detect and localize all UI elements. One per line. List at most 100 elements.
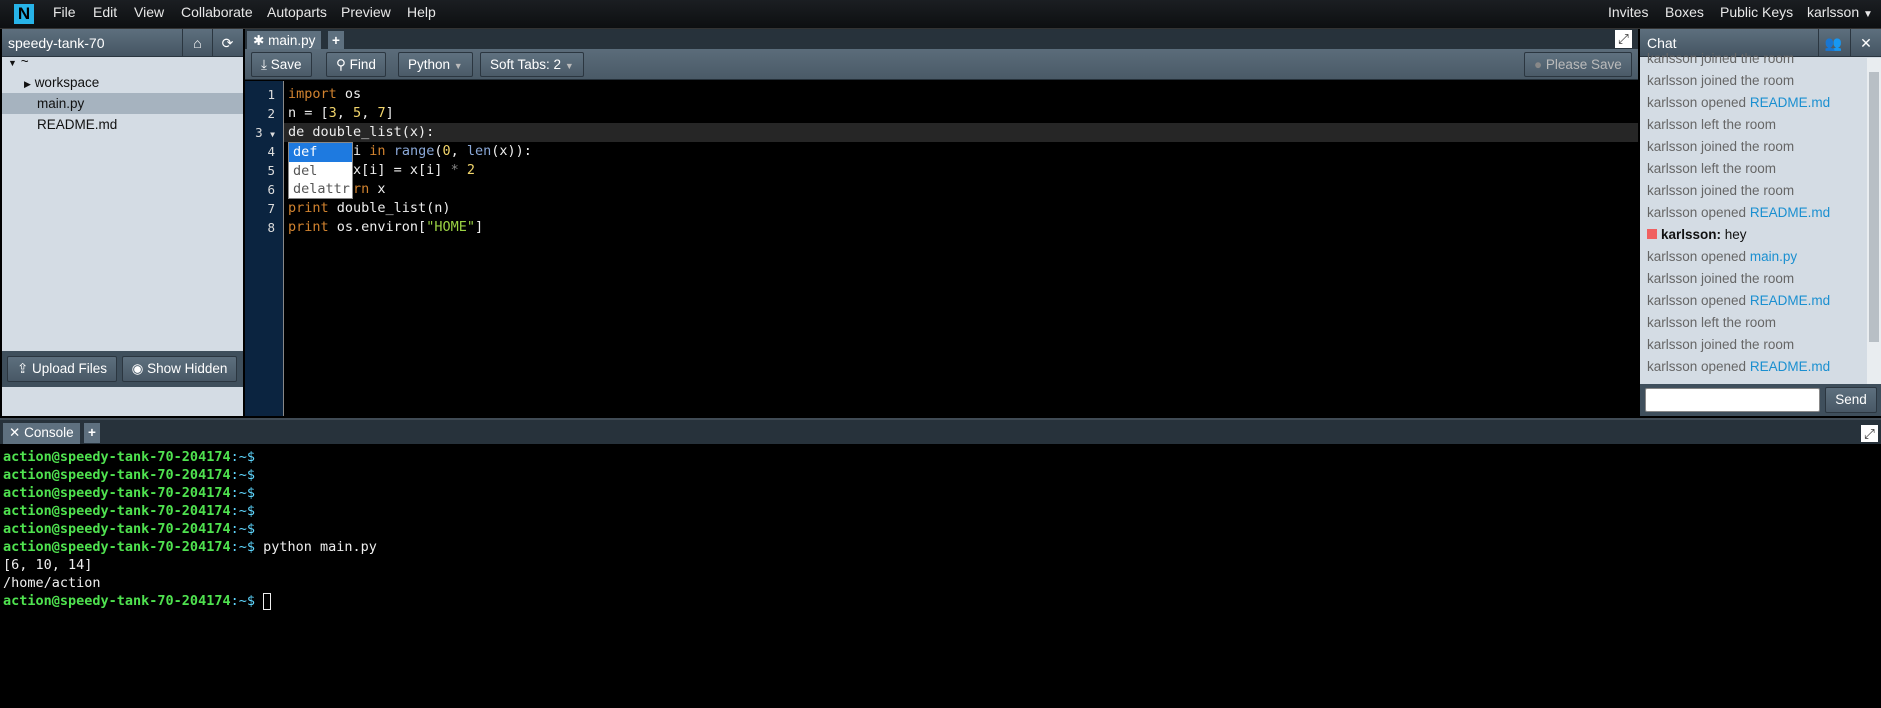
tree-label: main.py xyxy=(37,96,85,111)
upload-icon: ⇪ xyxy=(16,361,29,376)
find-button[interactable]: ⚲ Find xyxy=(326,52,386,77)
code-line: print os.environ["HOME"] xyxy=(288,219,484,235)
tree-item-workspace[interactable]: ▶ workspace xyxy=(2,72,243,93)
terminal-line: action@speedy-tank-70-204174:~$ xyxy=(3,503,255,519)
editor-pane: ✱ main.py + ⤢ ⤓ Save ⚲ Find Python ▼ Sof… xyxy=(245,29,1638,416)
close-icon[interactable]: ✕ xyxy=(9,425,20,440)
chat-message: karlsson joined the room xyxy=(1647,139,1795,154)
download-icon: ⤓ xyxy=(261,57,267,72)
scrollbar-thumb[interactable] xyxy=(1869,72,1879,342)
terminal-line: action@speedy-tank-70-204174:~$ xyxy=(3,485,255,501)
terminal-line: /home/action xyxy=(3,575,101,591)
soft-tabs-dropdown[interactable]: Soft Tabs: 2 ▼ xyxy=(480,52,584,77)
tree-item-main-py[interactable]: main.py xyxy=(2,93,243,114)
new-tab-button[interactable]: + xyxy=(328,31,344,51)
file-link[interactable]: README.md xyxy=(1750,293,1830,308)
chat-message: karlsson opened README.md xyxy=(1647,293,1831,308)
menu-boxes[interactable]: Boxes xyxy=(1665,0,1704,29)
user-color-icon xyxy=(1647,229,1657,239)
chat-input[interactable] xyxy=(1645,388,1820,412)
autocomplete-popup: def del delattr xyxy=(288,142,353,199)
chat-message: karlsson left the room xyxy=(1647,117,1777,132)
autocomplete-item[interactable]: delattr xyxy=(289,180,352,199)
chat-message: karlsson left the room xyxy=(1647,161,1777,176)
terminal-line: action@speedy-tank-70-204174:~$ xyxy=(3,521,255,537)
upload-files-button[interactable]: ⇪ Upload Files xyxy=(7,356,117,382)
chat-message: karlsson joined the room xyxy=(1647,73,1795,88)
menu-help[interactable]: Help xyxy=(407,0,436,29)
editor-tabs: ✱ main.py + ⤢ xyxy=(245,29,1638,51)
button-label: Show Hidden xyxy=(147,361,228,376)
autocomplete-item[interactable]: def xyxy=(289,143,352,162)
language-dropdown[interactable]: Python ▼ xyxy=(398,52,473,77)
search-icon: ⚲ xyxy=(336,57,346,72)
terminal-line: action@speedy-tank-70-204174:~$ xyxy=(3,592,272,610)
chat-messages: karlsson joined the room karlsson joined … xyxy=(1640,48,1866,384)
terminal-cursor xyxy=(263,592,272,610)
terminal[interactable]: action@speedy-tank-70-204174:~$ action@sp… xyxy=(0,446,1881,708)
terminal-line: [6, 10, 14] xyxy=(3,557,93,573)
caret-right-icon: ▶ xyxy=(24,79,31,89)
menu-autoparts[interactable]: Autoparts xyxy=(267,0,327,29)
code-line: de double_list(x): xyxy=(288,124,435,140)
send-button[interactable]: Send xyxy=(1825,387,1877,413)
caret-down-icon: ▼ xyxy=(8,58,17,68)
save-button[interactable]: ⤓ Save xyxy=(251,52,312,77)
chat-message: karlsson joined the room xyxy=(1647,337,1795,352)
console-tabs: ✕ Console + ⤢ xyxy=(0,420,1881,444)
menu-edit[interactable]: Edit xyxy=(93,0,117,29)
new-console-button[interactable]: + xyxy=(84,423,100,443)
chat-message: karlsson opened main.py xyxy=(1647,249,1798,264)
tree-item-home[interactable]: ▼ ~ xyxy=(2,51,243,72)
menu-invites[interactable]: Invites xyxy=(1608,0,1648,29)
chat-message: karlsson: hey xyxy=(1647,224,1747,246)
tab-label: Console xyxy=(24,425,74,440)
button-label: Please Save xyxy=(1545,57,1622,72)
menu-view[interactable]: View xyxy=(134,0,164,29)
user-menu[interactable]: karlsson ▼ xyxy=(1807,0,1873,29)
code-line: import os xyxy=(288,86,362,102)
tree-label: workspace xyxy=(34,75,100,90)
chat-message: karlsson opened README.md xyxy=(1647,359,1831,374)
menu-collaborate[interactable]: Collaborate xyxy=(181,0,253,29)
tree-item-readme[interactable]: README.md xyxy=(2,114,243,135)
button-label: Upload Files xyxy=(32,361,108,376)
file-link[interactable]: README.md xyxy=(1750,359,1830,374)
chat-user: karlsson: xyxy=(1661,227,1722,242)
caret-down-icon: ▼ xyxy=(1863,9,1873,20)
caret-down-icon: ▼ xyxy=(564,61,574,71)
tab-console[interactable]: ✕ Console xyxy=(3,423,80,444)
file-link[interactable]: README.md xyxy=(1750,95,1830,110)
modified-icon: ✱ xyxy=(253,33,265,48)
eye-icon: ◉ xyxy=(131,361,144,376)
show-hidden-button[interactable]: ◉ Show Hidden xyxy=(122,356,237,382)
chat-message: karlsson joined the room xyxy=(1647,271,1795,286)
menu-preview[interactable]: Preview xyxy=(341,0,391,29)
status-dot-icon: ● xyxy=(1534,57,1543,72)
tree-label: ~ xyxy=(20,54,29,69)
chat-message: karlsson opened README.md xyxy=(1647,95,1831,110)
maximize-icon[interactable]: ⤢ xyxy=(1861,425,1878,442)
please-save-button[interactable]: ● Please Save xyxy=(1524,52,1632,77)
chat-scrollbar[interactable] xyxy=(1867,58,1881,384)
tab-main-py[interactable]: ✱ main.py xyxy=(247,31,322,51)
chat-message: karlsson joined the room xyxy=(1647,183,1795,198)
chat-message: karlsson opened README.md xyxy=(1647,205,1831,220)
button-label: Find xyxy=(349,57,376,72)
maximize-icon[interactable]: ⤢ xyxy=(1615,30,1632,48)
caret-down-icon: ▼ xyxy=(453,61,463,71)
code-area[interactable]: import os n = [3, 5, 7] de double_list(x… xyxy=(245,81,1638,416)
sidebar-footer: ⇪ Upload Files ◉ Show Hidden xyxy=(2,351,243,387)
autocomplete-item[interactable]: del xyxy=(289,162,352,181)
username: karlsson xyxy=(1807,4,1860,20)
file-link[interactable]: main.py xyxy=(1750,249,1797,264)
dropdown-value: Soft Tabs: 2 xyxy=(490,57,562,72)
console-pane: ✕ Console + ⤢ action@speedy-tank-70-2041… xyxy=(0,418,1881,706)
menu-file[interactable]: File xyxy=(53,0,76,29)
chat-input-bar: Send xyxy=(1640,384,1881,416)
file-link[interactable]: README.md xyxy=(1750,205,1830,220)
menu-public-keys[interactable]: Public Keys xyxy=(1720,0,1793,29)
terminal-line: action@speedy-tank-70-204174:~$ xyxy=(3,467,255,483)
logo[interactable]: N xyxy=(14,4,34,24)
chat-message: karlsson joined the room xyxy=(1647,51,1795,66)
